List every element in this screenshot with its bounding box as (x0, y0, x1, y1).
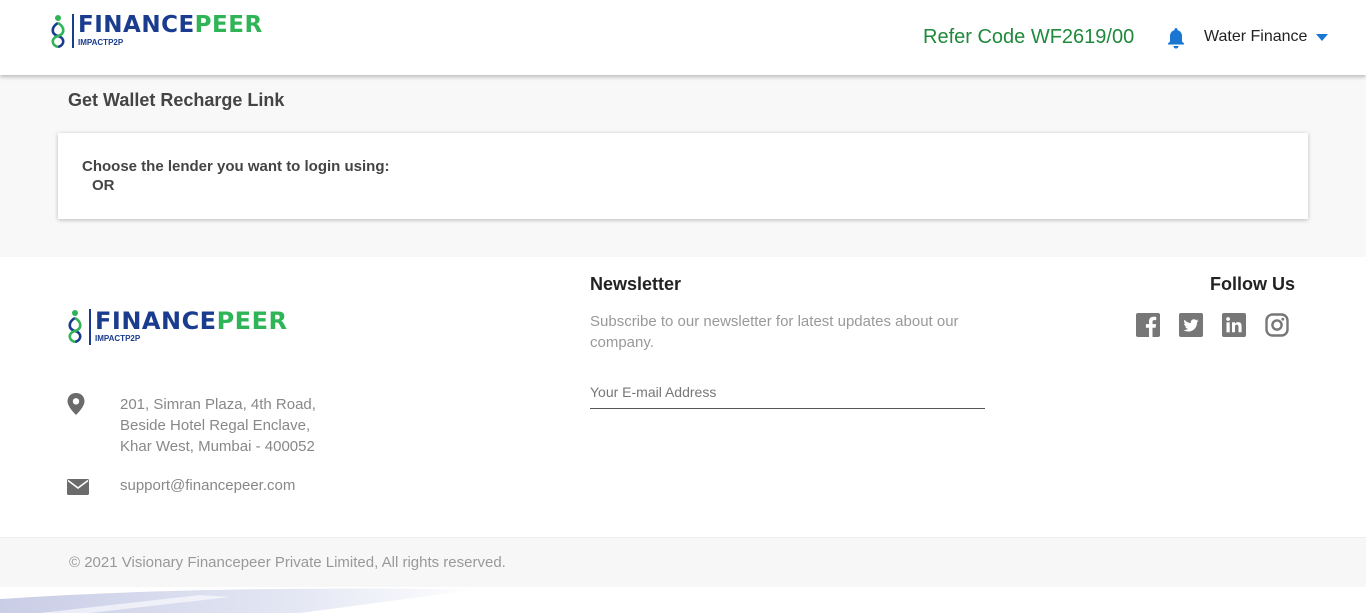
financepeer-logo-icon (68, 310, 82, 343)
logo-wordmark: FINANCEPEER IMPACTP2P (95, 309, 287, 343)
instagram-icon (1265, 313, 1289, 337)
logo-wordmark: FINANCEPEER IMPACTP2P (78, 14, 263, 47)
linkedin-icon (1222, 313, 1246, 337)
refer-code: Refer Code WF2619/00 (923, 26, 1135, 48)
newsletter-title: Newsletter (590, 274, 682, 294)
follow-us-title: Follow Us (1210, 274, 1295, 294)
financepeer-logo-icon (51, 15, 65, 48)
logo-divider (89, 309, 91, 345)
decorative-bottom-band (0, 587, 1366, 613)
user-menu-dropdown[interactable]: Water Finance (1204, 28, 1329, 46)
copyright-text: © 2021 Visionary Financepeer Private Lim… (69, 554, 506, 571)
linkedin-link[interactable] (1222, 313, 1246, 337)
footer: FINANCEPEER IMPACTP2P 201, Simran Plaza,… (0, 257, 1366, 537)
logo-text: FINANCEPEER (78, 14, 263, 37)
logo-divider (72, 14, 74, 48)
facebook-icon (1136, 313, 1160, 337)
newsletter-description: Subscribe to our newsletter for latest u… (590, 313, 959, 351)
twitter-icon (1179, 313, 1203, 337)
chevron-down-icon (1316, 33, 1329, 41)
header-logo[interactable]: FINANCEPEER IMPACTP2P (50, 14, 263, 48)
logo-text-finance: FINANCE (78, 12, 195, 38)
address-line: Beside Hotel Regal Enclave, (120, 417, 311, 434)
office-address: 201, Simran Plaza, 4th Road, Beside Hote… (120, 394, 380, 457)
or-separator: OR (92, 177, 115, 194)
logo-text-peer: PEER (194, 12, 263, 38)
logo-tagline: IMPACTP2P (78, 38, 124, 47)
mail-icon (67, 479, 89, 495)
location-pin-icon (67, 393, 85, 415)
page-title: Get Wallet Recharge Link (68, 90, 285, 110)
instagram-link[interactable] (1265, 313, 1289, 337)
address-line: Khar West, Mumbai - 400052 (120, 438, 315, 455)
twitter-link[interactable] (1179, 313, 1203, 337)
logo-text-peer: PEER (216, 307, 288, 335)
lender-login-card: Choose the lender you want to login usin… (58, 133, 1308, 219)
logo-tagline: IMPACTP2P (95, 334, 141, 343)
footer-logo[interactable]: FINANCEPEER IMPACTP2P (67, 309, 287, 345)
user-name: Water Finance (1204, 28, 1308, 45)
decorative-wave (0, 588, 480, 613)
address-line: 201, Simran Plaza, 4th Road, (120, 396, 316, 413)
support-email-link[interactable]: support@financepeer.com (120, 477, 295, 494)
logo-text: FINANCEPEER (95, 309, 287, 333)
bell-icon[interactable] (1166, 27, 1186, 49)
top-header: FINANCEPEER IMPACTP2P Refer Code WF2619/… (0, 0, 1366, 75)
lender-prompt: Choose the lender you want to login usin… (82, 158, 390, 175)
copyright-bar: © 2021 Visionary Financepeer Private Lim… (0, 537, 1366, 587)
logo-text-finance: FINANCE (95, 307, 217, 335)
newsletter-email-input[interactable] (590, 375, 985, 409)
facebook-link[interactable] (1136, 313, 1160, 337)
